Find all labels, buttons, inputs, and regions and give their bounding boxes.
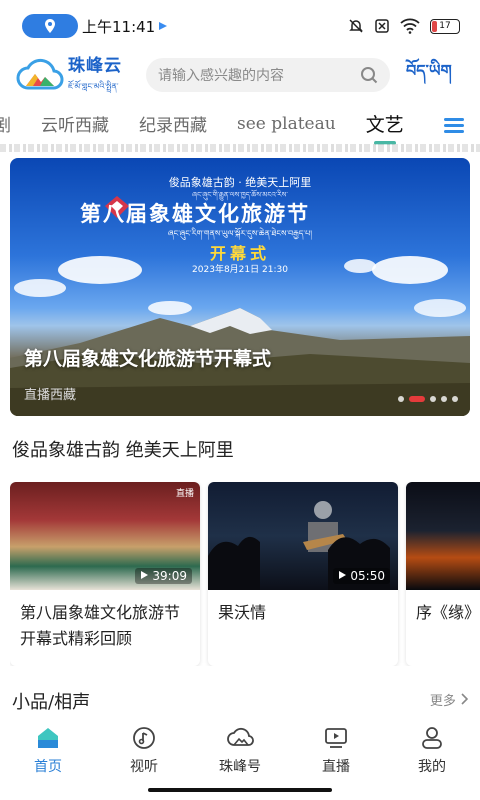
mute-icon [349,19,363,33]
play-icon [338,571,346,579]
video-duration-text: 39:09 [152,569,187,583]
status-time: 上午11:41 [82,17,156,36]
video-card[interactable]: 序《缘》 [406,482,480,666]
person-icon [422,727,442,749]
section-title-skits: 小品/相声 [12,692,91,713]
tab-arts-label: 文艺 [365,114,404,136]
carousel-dot-active[interactable] [409,396,425,402]
carousel-dot[interactable] [441,396,447,402]
home-indicator[interactable] [148,788,332,792]
banner-opening-label: 开幕式 [209,244,270,263]
video-thumbnail: 05:50 [208,482,398,590]
decorative-border [0,144,480,152]
video-duration: 05:50 [332,568,390,584]
menu-icon[interactable] [444,118,464,134]
tab-arts[interactable]: 文艺 [365,110,404,145]
nav-profile-label: 我的 [418,759,446,775]
search-placeholder: 请输入感兴趣的内容 [158,68,284,84]
app-name-tibetan: ཇོ་མོ་གླང་མའི་སྤྲིན་ [68,81,119,91]
banner-source: 直播西藏 [24,388,77,403]
location-pin-icon [45,19,55,33]
video-thumbnail: 直播 39:09 [10,482,200,590]
battery-indicator: 17 [430,18,460,34]
home-icon [38,728,58,748]
play-icon [140,571,148,579]
play-store-icon [159,22,168,30]
location-indicator [22,14,78,38]
tab-see-plateau[interactable]: see plateau [237,114,336,134]
carousel-dot[interactable] [430,396,436,402]
more-link[interactable]: 更多 [429,690,469,709]
live-tag: 直播 [175,489,194,499]
app-header: 珠峰云 ཇོ་མོ་གླང་མའི་སྤྲིན་ 请输入感兴趣的内容 བོད་ཡ… [0,52,480,98]
tab-documentary-tibet[interactable]: 纪录西藏 [139,111,207,136]
no-sim-icon [375,19,389,33]
more-link-label: 更多 [429,694,456,709]
music-note-icon [133,727,155,749]
nav-home-label: 首页 [34,759,62,775]
cloud-icon [227,727,254,746]
video-duration-text: 05:50 [350,569,385,583]
chevron-right-icon [461,693,469,705]
video-title: 序《缘》 [416,603,480,622]
section-title-ali: 俊品象雄古韵 绝美天上阿里 [12,440,234,461]
cloud-mountain-logo-icon [16,58,64,90]
nav-live-label: 直播 [322,759,350,775]
banner-date: 2023年8月21日 21:30 [192,265,288,275]
banner-carousel[interactable]: 俊品象雄古韵 · 绝美天上阿里 ཞང་ཞུང་གི་རྒྱུན་ལས་ཁྱད་ཆ… [10,158,470,416]
video-title: 第八届象雄文化旅游节开幕式精彩回顾 [20,603,181,648]
video-thumbnail [406,482,480,590]
nav-zhufeng-account-label: 珠峰号 [219,759,261,775]
nav-audiovisual-label: 视听 [130,759,158,775]
wifi-icon [400,18,420,34]
tab-cloud-listen-tibet[interactable]: 云听西藏 [41,111,109,136]
video-duration: 39:09 [134,568,192,584]
video-card[interactable]: 直播 39:09 第八届象雄文化旅游节开幕式精彩回顾 [10,482,200,666]
category-tabs: 剧 云听西藏 纪录西藏 see plateau 文艺 [0,104,480,148]
carousel-dot[interactable] [452,396,458,402]
tibetan-language-button[interactable]: བོད་ཡིག [406,53,452,98]
live-tv-icon [325,728,347,748]
nav-zhufeng-account[interactable]: 珠峰号 [192,718,288,780]
app-logo[interactable]: 珠峰云 ཇོ་མོ་གླང་མའི་སྤྲིན་ [16,51,138,100]
app-name: 珠峰云 [68,55,122,76]
tab-drama[interactable]: 剧 [0,111,11,136]
search-icon [361,67,378,84]
video-card[interactable]: 05:50 果沃情 [208,482,398,666]
video-card-list: 直播 39:09 第八届象雄文化旅游节开幕式精彩回顾 05:50 果沃情 序《缘… [10,482,480,666]
status-bar: 上午11:41 17 [0,0,480,52]
nav-audiovisual[interactable]: 视听 [96,718,192,780]
nav-profile[interactable]: 我的 [384,718,480,780]
bottom-navigation: 首页 视听 珠峰号 直播 我的 [0,718,480,780]
nav-live[interactable]: 直播 [288,718,384,780]
video-title: 果沃情 [218,603,267,622]
carousel-dot[interactable] [398,396,404,402]
carousel-dots [398,396,458,402]
battery-level: 17 [439,21,451,31]
nav-home[interactable]: 首页 [0,718,96,780]
banner-caption: 第八届象雄文化旅游节开幕式 [24,348,272,370]
search-input[interactable]: 请输入感兴趣的内容 [146,58,390,92]
